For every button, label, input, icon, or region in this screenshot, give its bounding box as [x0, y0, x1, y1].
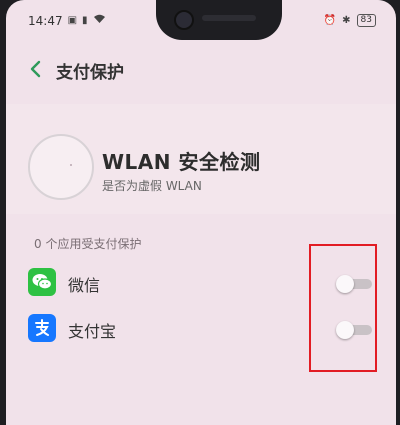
wlan-security-check-card[interactable]: WLAN 安全检测 是否为虚假 WLAN — [6, 104, 396, 214]
protected-apps-count-label: 0 个应用受支付保护 — [34, 237, 142, 251]
back-button[interactable] — [22, 56, 48, 82]
app-name-alipay: 支付宝 — [68, 322, 117, 341]
wlan-check-progress-ring — [28, 134, 94, 200]
front-camera — [174, 10, 194, 30]
camera-notch — [156, 0, 282, 40]
page-header: 支付保护 — [6, 52, 396, 86]
back-arrow-icon — [30, 60, 41, 78]
app-name-wechat: 微信 — [68, 276, 101, 295]
phone-screen: 14:47 ▣ ▮ ⏰ ✱ 83 支付保护 WLAN 安全检测 是否为虚假 WL… — [6, 0, 396, 425]
alipay-icon — [28, 314, 56, 342]
toggle-highlight-annotation — [309, 244, 377, 372]
wlan-check-title: WLAN 安全检测 — [102, 150, 261, 174]
wlan-check-subtitle: 是否为虚假 WLAN — [102, 179, 202, 193]
status-time: 14:47 — [28, 14, 63, 28]
earpiece-speaker — [202, 15, 256, 21]
wifi-icon — [93, 14, 106, 28]
notification-image-icon: ▣ — [67, 15, 78, 26]
bluetooth-icon: ✱ — [342, 14, 351, 26]
status-right: ⏰ ✱ 83 — [324, 14, 376, 27]
ring-indicator — [70, 164, 72, 166]
status-left: 14:47 ▣ ▮ — [28, 14, 106, 28]
alarm-icon: ⏰ — [323, 14, 337, 26]
battery-indicator: 83 — [356, 14, 376, 27]
wechat-icon — [28, 268, 56, 296]
page-title: 支付保护 — [56, 63, 124, 83]
signal-icon: ▮ — [82, 15, 88, 26]
